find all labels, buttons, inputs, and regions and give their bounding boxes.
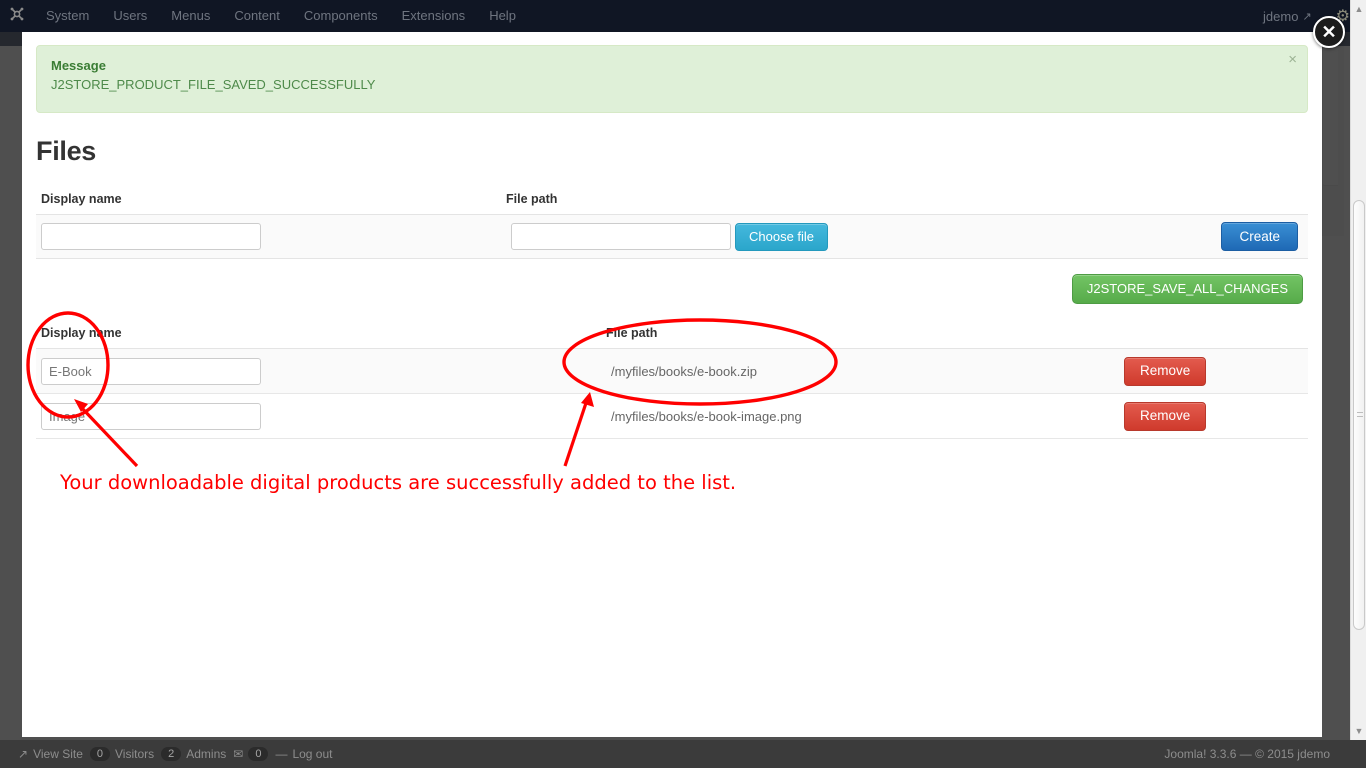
page-scrollbar[interactable]: ▲ ▼ — [1350, 0, 1366, 740]
visitors-label: Visitors — [115, 747, 155, 761]
row-display-name-input[interactable] — [41, 357, 261, 385]
messages-status[interactable]: ✉ 0 — [233, 747, 269, 761]
create-file-row: Choose file Create — [36, 215, 1308, 259]
scrollbar-up-arrow[interactable]: ▲ — [1353, 2, 1365, 16]
row-file-path: /myfiles/books/e-book.zip — [611, 363, 757, 379]
remove-button[interactable]: Remove — [1124, 356, 1207, 386]
save-all-changes-button[interactable]: J2STORE_SAVE_ALL_CHANGES — [1071, 274, 1303, 304]
scrollbar-grip — [1357, 412, 1363, 417]
modal-content: Files Display name File path Choose file… — [22, 136, 1322, 439]
create-file-path-input[interactable] — [511, 223, 731, 250]
row-file-path: /myfiles/books/e-book-image.png — [611, 408, 802, 424]
list-header-display-name: Display name — [41, 326, 122, 340]
scrollbar-thumb[interactable] — [1353, 200, 1365, 630]
joomla-logo-icon[interactable] — [0, 6, 34, 26]
alert-message: J2STORE_PRODUCT_FILE_SAVED_SUCCESSFULLY — [51, 77, 376, 92]
scrollbar-down-arrow[interactable]: ▼ — [1353, 724, 1365, 738]
create-button[interactable]: Create — [1221, 222, 1298, 251]
menu-item-extensions[interactable]: Extensions — [390, 0, 478, 32]
row-display-name-cell — [41, 357, 611, 385]
table-row: /myfiles/books/e-book-image.png Remove — [36, 394, 1308, 439]
logout-link[interactable]: — Log out — [275, 747, 332, 761]
visitors-count-badge: 0 — [89, 747, 110, 761]
admin-main-menu: System Users Menus Content Components Ex… — [34, 0, 528, 32]
visitors-status[interactable]: 0 Visitors — [89, 747, 155, 761]
menu-item-content[interactable]: Content — [222, 0, 292, 32]
menu-item-menus[interactable]: Menus — [159, 0, 222, 32]
menu-item-system[interactable]: System — [34, 0, 101, 32]
remove-button[interactable]: Remove — [1124, 401, 1207, 431]
save-all-row: J2STORE_SAVE_ALL_CHANGES — [36, 259, 1308, 304]
admins-label: Admins — [186, 747, 227, 761]
menu-item-users[interactable]: Users — [101, 0, 159, 32]
list-header-file-path: File path — [606, 326, 658, 340]
logout-label: Log out — [292, 747, 333, 761]
alert-title: Message — [51, 58, 106, 73]
menu-item-components[interactable]: Components — [292, 0, 390, 32]
view-site-link[interactable]: ↗ View Site — [18, 747, 83, 761]
row-action-cell: Remove — [1111, 401, 1303, 431]
status-bar: ↗ View Site 0 Visitors 2 Admins ✉ 0 — Lo… — [0, 740, 1366, 768]
view-site-label: View Site — [33, 747, 83, 761]
create-form-header-row: Display name File path — [36, 192, 1308, 215]
menu-item-help[interactable]: Help — [477, 0, 528, 32]
file-list-header-row: Display name File path — [36, 326, 1308, 349]
create-display-name-cell — [41, 223, 511, 250]
create-header-display-name: Display name — [41, 192, 122, 206]
files-modal: Message J2STORE_PRODUCT_FILE_SAVED_SUCCE… — [22, 32, 1322, 737]
external-link-icon: ↗ — [18, 747, 29, 761]
row-display-name-cell — [41, 402, 611, 430]
create-header-file-path: File path — [506, 192, 558, 206]
envelope-icon: ✉ — [233, 747, 244, 761]
user-menu-label: jdemo — [1263, 8, 1299, 24]
row-action-cell: Remove — [1111, 356, 1303, 386]
alert-close-icon[interactable]: × — [1288, 52, 1297, 67]
external-link-icon: ↗ — [1302, 10, 1312, 23]
create-action-cell: Create — [991, 222, 1303, 251]
close-icon[interactable]: ✕ — [1313, 16, 1345, 48]
choose-file-button[interactable]: Choose file — [735, 222, 829, 251]
success-alert: Message J2STORE_PRODUCT_FILE_SAVED_SUCCE… — [36, 45, 1308, 113]
status-bar-left: ↗ View Site 0 Visitors 2 Admins ✉ 0 — Lo… — [10, 747, 333, 761]
table-row: /myfiles/books/e-book.zip Remove — [36, 349, 1308, 394]
admin-top-bar: System Users Menus Content Components Ex… — [0, 0, 1366, 32]
create-file-path-cell: Choose file — [511, 222, 991, 251]
row-display-name-input[interactable] — [41, 402, 261, 430]
admins-status[interactable]: 2 Admins — [161, 747, 226, 761]
page-title: Files — [36, 136, 97, 166]
create-display-name-input[interactable] — [41, 223, 261, 250]
admins-count-badge: 2 — [161, 747, 182, 761]
minus-icon: — — [275, 747, 288, 761]
copyright-label: Joomla! 3.3.6 — © 2015 jdemo — [1164, 747, 1330, 761]
messages-count-badge: 0 — [248, 747, 269, 761]
